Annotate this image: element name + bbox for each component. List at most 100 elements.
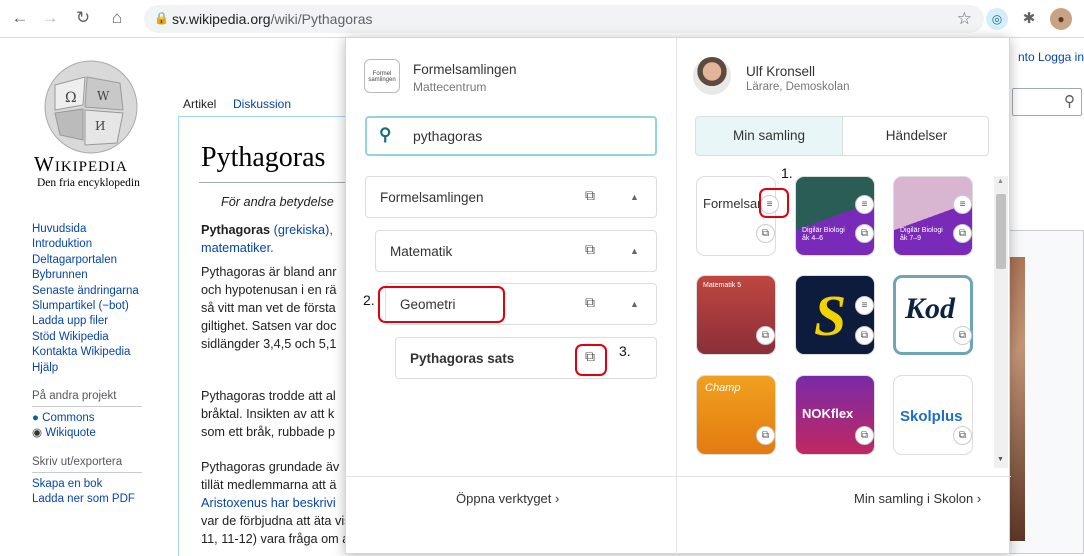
list-icon[interactable]: ≡ bbox=[855, 296, 874, 315]
nav-link[interactable]: Stöd Wikipedia bbox=[32, 330, 182, 345]
page-title: Pythagoras bbox=[201, 142, 326, 173]
home-icon[interactable]: ⌂ bbox=[107, 8, 127, 28]
copy-icon[interactable]: ⧉ bbox=[855, 224, 874, 243]
wikipedia-wordmark: Wikipedia bbox=[34, 152, 128, 176]
formelsamlingen-logo: Formel samlingen bbox=[364, 59, 400, 93]
nav-link[interactable]: Ladda upp filer bbox=[32, 314, 182, 329]
nav-link[interactable]: Kontakta Wikipedia bbox=[32, 345, 182, 360]
copy-icon[interactable]: ⧉ bbox=[953, 224, 972, 243]
app-subtitle: Mattecentrum bbox=[413, 80, 487, 94]
chevron-up-icon[interactable]: ▲ bbox=[630, 299, 639, 309]
back-icon[interactable]: ← bbox=[10, 8, 30, 28]
url-host: sv.wikipedia.org bbox=[172, 11, 271, 27]
chevron-up-icon[interactable]: ▲ bbox=[630, 192, 639, 202]
scroll-down-icon[interactable]: ▼ bbox=[997, 456, 1004, 463]
collection-scrollbar[interactable]: ▲ ▼ bbox=[994, 176, 1008, 468]
copy-icon[interactable]: ⧉ bbox=[756, 426, 775, 445]
search-input[interactable] bbox=[413, 128, 643, 144]
nav-link[interactable]: Senaste ändringarna bbox=[32, 284, 182, 299]
highlight-list-icon bbox=[759, 188, 789, 218]
list-icon[interactable]: ≡ bbox=[953, 195, 972, 214]
forward-icon[interactable]: → bbox=[40, 8, 60, 28]
copy-icon[interactable]: ⧉ bbox=[585, 294, 595, 311]
open-tool-button[interactable]: Öppna verktyget › bbox=[456, 491, 559, 506]
annotation-3: 3. bbox=[619, 343, 631, 359]
extensions-puzzle-icon[interactable]: ✱ bbox=[1018, 8, 1040, 30]
reload-icon[interactable]: ↻ bbox=[73, 8, 93, 28]
tile-digilar-bio-7-9[interactable]: Digilär Biologi åk 7–9 bbox=[893, 176, 973, 256]
user-avatar bbox=[693, 57, 731, 95]
copy-icon[interactable]: ⧉ bbox=[855, 326, 874, 345]
user-role: Lärare, Demoskolan bbox=[746, 81, 850, 93]
copy-icon[interactable]: ⧉ bbox=[756, 326, 775, 345]
nav-link[interactable]: Introduktion bbox=[32, 237, 182, 252]
personal-tools[interactable]: nto Logga in bbox=[1018, 50, 1084, 64]
tab-handelser[interactable]: Händelser bbox=[843, 117, 988, 155]
tab-min-samling[interactable]: Min samling bbox=[696, 117, 843, 155]
user-name: Ulf Kronsell bbox=[746, 64, 816, 79]
accordion-label: Matematik bbox=[390, 244, 453, 259]
nav-link[interactable]: Hjälp bbox=[32, 361, 182, 376]
column-divider bbox=[676, 38, 677, 555]
mathematician-link[interactable]: matematiker. bbox=[201, 241, 274, 255]
footer-divider bbox=[346, 476, 1011, 477]
scroll-up-icon[interactable]: ▲ bbox=[997, 178, 1004, 185]
tab-talk[interactable]: Diskussion bbox=[228, 92, 296, 118]
svg-text:Ω: Ω bbox=[65, 90, 77, 106]
browser-toolbar: ← → ↻ ⌂ 🔒 sv.wikipedia.org/wiki/Pythagor… bbox=[0, 0, 1084, 38]
wikipedia-tagline: Den fria encyklopedin bbox=[37, 177, 140, 189]
accordion-pythagoras-sats[interactable]: Pythagoras sats ⧉ bbox=[395, 337, 657, 379]
annotation-1: 1. bbox=[781, 165, 793, 181]
commons-icon: ● bbox=[32, 412, 43, 425]
scrollbar-thumb[interactable] bbox=[996, 194, 1006, 269]
skolon-extension-icon[interactable]: ◎ bbox=[986, 8, 1008, 30]
left-navigation: Huvudsida Introduktion Deltagarportalen … bbox=[32, 222, 182, 508]
wikiquote-icon: ◉ bbox=[32, 427, 46, 440]
accordion-matematik[interactable]: Matematik ⧉ ▲ bbox=[375, 230, 657, 272]
svg-text:W: W bbox=[97, 89, 110, 103]
nav-link[interactable]: Slumpartikel (−bot) bbox=[32, 299, 182, 314]
chevron-right-icon: › bbox=[555, 491, 560, 506]
copy-icon[interactable]: ⧉ bbox=[756, 224, 775, 243]
chevron-up-icon[interactable]: ▲ bbox=[630, 246, 639, 256]
url-path: /wiki/Pythagoras bbox=[270, 11, 373, 27]
create-book-link[interactable]: Skapa en bok bbox=[32, 477, 182, 492]
accordion-label: Formelsamlingen bbox=[380, 190, 484, 205]
svg-text:И: И bbox=[95, 119, 105, 133]
export-heading: Skriv ut/exportera bbox=[32, 456, 142, 473]
formelsamlingen-popup: Formel samlingen Formelsamlingen Mattece… bbox=[345, 37, 1011, 555]
nav-link[interactable]: Huvudsida bbox=[32, 222, 182, 237]
collection-in-skolon-link[interactable]: Min samling i Skolon › bbox=[854, 491, 981, 506]
nav-link[interactable]: Deltagarportalen bbox=[32, 253, 182, 268]
highlight-geometri bbox=[378, 286, 505, 323]
chevron-right-icon: › bbox=[976, 491, 982, 506]
profile-avatar[interactable]: ● bbox=[1050, 8, 1072, 30]
annotation-2: 2. bbox=[363, 292, 375, 308]
commons-link[interactable]: ● Commons bbox=[32, 411, 182, 426]
segmented-tabs: Min samling Händelser bbox=[695, 116, 989, 156]
nav-link[interactable]: Bybrunnen bbox=[32, 268, 182, 283]
copy-icon[interactable]: ⧉ bbox=[585, 241, 595, 258]
wikiquote-link[interactable]: ◉ Wikiquote bbox=[32, 426, 182, 441]
list-icon[interactable]: ≡ bbox=[855, 195, 874, 214]
search-icon[interactable]: ⚲ bbox=[1064, 92, 1075, 110]
highlight-copy bbox=[575, 344, 607, 376]
app-name: Formelsamlingen bbox=[413, 62, 517, 77]
lock-icon: 🔒 bbox=[154, 11, 169, 25]
tab-article[interactable]: Artikel bbox=[178, 92, 222, 118]
copy-icon[interactable]: ⧉ bbox=[855, 426, 874, 445]
copy-icon[interactable]: ⧉ bbox=[585, 187, 595, 204]
download-pdf-link[interactable]: Ladda ner som PDF bbox=[32, 492, 182, 507]
other-projects-heading: På andra projekt bbox=[32, 390, 142, 408]
tile-digilar-bio-4-6[interactable]: Digilär Biologi åk 4–6 bbox=[795, 176, 875, 256]
bookmark-star-icon[interactable]: ☆ bbox=[957, 9, 972, 29]
accordion-label: Pythagoras sats bbox=[410, 351, 515, 366]
search-field[interactable]: ⚲ bbox=[365, 116, 657, 156]
address-bar[interactable]: 🔒 sv.wikipedia.org/wiki/Pythagoras ☆ bbox=[144, 5, 984, 33]
greek-link[interactable]: (grekiska), bbox=[274, 223, 333, 237]
search-icon: ⚲ bbox=[379, 125, 392, 144]
accordion-formelsamlingen[interactable]: Formelsamlingen ⧉ ▲ bbox=[365, 176, 657, 218]
copy-icon[interactable]: ⧉ bbox=[953, 326, 972, 345]
copy-icon[interactable]: ⧉ bbox=[953, 426, 972, 445]
wiki-search-input[interactable]: ⚲ bbox=[1012, 88, 1082, 116]
